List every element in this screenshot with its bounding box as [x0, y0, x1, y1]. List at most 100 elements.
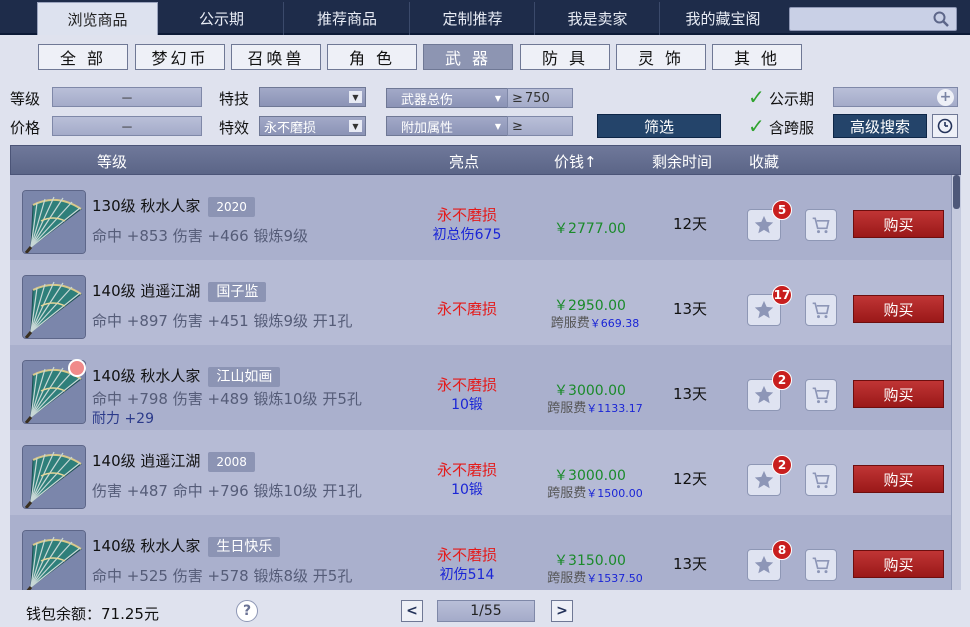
tab-browse[interactable]: 浏览商品	[37, 2, 158, 35]
total-damage-input[interactable]: ≥ 750	[507, 88, 573, 108]
plus-icon[interactable]: +	[937, 89, 954, 106]
item-tag: 2020	[208, 196, 255, 217]
add-to-cart-button[interactable]	[805, 209, 837, 241]
level-label: 等级	[10, 90, 41, 108]
add-to-cart-button[interactable]	[805, 379, 837, 411]
category-other[interactable]: 其 他	[712, 44, 802, 70]
remaining-time: 13天	[672, 300, 708, 318]
buy-button[interactable]: 购买	[853, 380, 944, 408]
table-row[interactable]: 140级 秋水人家 生日快乐 命中 +525 伤害 +578 锻炼8级 开5孔 永不磨…	[10, 515, 951, 590]
item-name: 140级 秋水人家 江山如画	[92, 365, 281, 387]
table-row[interactable]: 140级 逍遥江湖 国子监 命中 +897 伤害 +451 锻炼9级 开1孔 永不磨损…	[10, 260, 951, 345]
remaining-time: 12天	[672, 215, 708, 233]
fan-weapon-icon	[23, 531, 85, 590]
checkmark-icon[interactable]: ✓	[748, 87, 768, 107]
buy-button[interactable]: 购买	[853, 210, 944, 238]
add-to-cart-button[interactable]	[805, 294, 837, 326]
category-currency[interactable]: 梦幻币	[135, 44, 225, 70]
wallet-balance: 钱包余额：71.25元	[26, 605, 159, 623]
extra-attr-select[interactable]: 附加属性 ▼	[386, 116, 508, 136]
effect-select[interactable]: 永不磨损 ▼	[259, 116, 366, 136]
scrollbar[interactable]	[951, 175, 961, 590]
filter-button[interactable]: 筛选	[597, 114, 721, 138]
tab-public-period[interactable]: 公示期	[160, 2, 284, 35]
table-row[interactable]: 140级 逍遥江湖 2008 伤害 +487 命中 +796 锻炼10级 开1孔 永不…	[10, 430, 951, 515]
item-stats: 命中 +798 伤害 +489 锻炼10级 开5孔	[92, 390, 362, 408]
item-tag: 国子监	[208, 281, 267, 302]
item-name: 140级 逍遥江湖 2008	[92, 450, 255, 472]
cart-icon	[812, 302, 830, 319]
clock-icon	[937, 118, 953, 134]
total-damage-value: 750	[524, 90, 550, 106]
tab-custom-recommend[interactable]: 定制推荐	[411, 2, 535, 35]
item-name: 140级 秋水人家 生日快乐	[92, 535, 281, 557]
price-range-input[interactable]: －	[52, 116, 202, 136]
table-row[interactable]: 140级 秋水人家 江山如画命中 +798 伤害 +489 锻炼10级 开5孔 耐力…	[10, 345, 951, 430]
item-stats-extra: 耐力 +29	[92, 411, 154, 427]
highlight-secondary: 初总伤675	[432, 227, 502, 243]
highlight-primary: 永不磨损	[436, 461, 497, 479]
category-all[interactable]: 全 部	[38, 44, 128, 70]
cross-server-fee-value: ￥1133.17	[586, 402, 643, 415]
add-to-cart-button[interactable]	[805, 549, 837, 581]
history-button[interactable]	[932, 114, 958, 138]
item-thumbnail[interactable]	[22, 445, 86, 509]
cross-server-fee: 跨服费￥1133.17	[525, 397, 665, 416]
tab-recommended[interactable]: 推荐商品	[285, 2, 410, 35]
header-price[interactable]: 价钱↑	[554, 151, 597, 172]
fan-weapon-icon	[23, 446, 85, 508]
level-range-input[interactable]: －	[52, 87, 202, 107]
buy-button[interactable]: 购买	[853, 465, 944, 493]
category-pets[interactable]: 召唤兽	[231, 44, 321, 70]
item-name: 140级 逍遥江湖 国子监	[92, 280, 267, 302]
search-input[interactable]	[790, 8, 928, 30]
fan-weapon-icon	[23, 276, 85, 338]
star-icon	[754, 385, 774, 404]
item-thumbnail[interactable]	[22, 275, 86, 339]
item-name-text: 140级 秋水人家	[92, 537, 201, 555]
buy-button[interactable]: 购买	[853, 295, 944, 323]
listing-table: 130级 秋水人家 2020 命中 +853 伤害 +466 锻炼9级永不磨损 初总伤…	[10, 175, 951, 590]
chevron-down-icon: ▼	[349, 91, 362, 103]
tab-my-treasure[interactable]: 我的藏宝阁	[661, 2, 785, 35]
scroll-thumb[interactable]	[953, 175, 960, 209]
next-page-button[interactable]: >	[551, 600, 573, 622]
item-name: 130级 秋水人家 2020	[92, 195, 255, 217]
header-level[interactable]: 等级	[97, 151, 127, 172]
category-weapons[interactable]: 武 器	[423, 44, 513, 70]
highlight-secondary: 初伤514	[439, 567, 495, 583]
buy-button[interactable]: 购买	[853, 550, 944, 578]
cart-icon	[812, 387, 830, 404]
page-indicator: 1/55	[437, 600, 535, 622]
header-highlights: 亮点	[449, 153, 480, 171]
tab-seller[interactable]: 我是卖家	[536, 2, 660, 35]
skill-label: 特技	[219, 90, 250, 108]
category-characters[interactable]: 角 色	[327, 44, 417, 70]
star-icon	[754, 555, 774, 574]
favorite-count-badge: 2	[772, 370, 792, 390]
extra-attr-input[interactable]: ≥	[507, 116, 573, 136]
advanced-search-button[interactable]: 高级搜索	[833, 114, 927, 138]
category-armor[interactable]: 防 具	[520, 44, 610, 70]
total-damage-select[interactable]: 武器总伤 ▼	[386, 88, 508, 108]
header-remaining[interactable]: 剩余时间	[652, 151, 712, 172]
skill-select[interactable]: ▼	[259, 87, 366, 107]
item-thumbnail[interactable]	[22, 530, 86, 590]
star-icon	[754, 215, 774, 234]
category-bar: 全 部 梦幻币 召唤兽 角 色 武 器 防 具 灵 饰 其 他	[0, 40, 970, 74]
top-nav: 浏览商品 公示期 推荐商品 定制推荐 我是卖家 我的藏宝阁	[0, 0, 970, 35]
category-accessories[interactable]: 灵 饰	[616, 44, 706, 70]
cross-server-fee-value: ￥1500.00	[586, 487, 643, 500]
item-stats: 命中 +853 伤害 +466 锻炼9级	[92, 227, 309, 245]
search-icon[interactable]	[932, 10, 950, 28]
favorite-count-badge: 5	[772, 200, 792, 220]
cross-server-fee: 跨服费￥1537.50	[525, 567, 665, 586]
table-row[interactable]: 130级 秋水人家 2020 命中 +853 伤害 +466 锻炼9级 永不磨损 初总伤…	[10, 175, 951, 260]
item-tag: 江山如画	[208, 366, 281, 387]
item-thumbnail[interactable]	[22, 190, 86, 254]
add-to-cart-button[interactable]	[805, 464, 837, 496]
item-price: ￥2777.00	[554, 221, 626, 237]
help-icon[interactable]: ?	[236, 600, 258, 622]
checkmark-icon[interactable]: ✓	[748, 116, 768, 136]
prev-page-button[interactable]: <	[401, 600, 423, 622]
